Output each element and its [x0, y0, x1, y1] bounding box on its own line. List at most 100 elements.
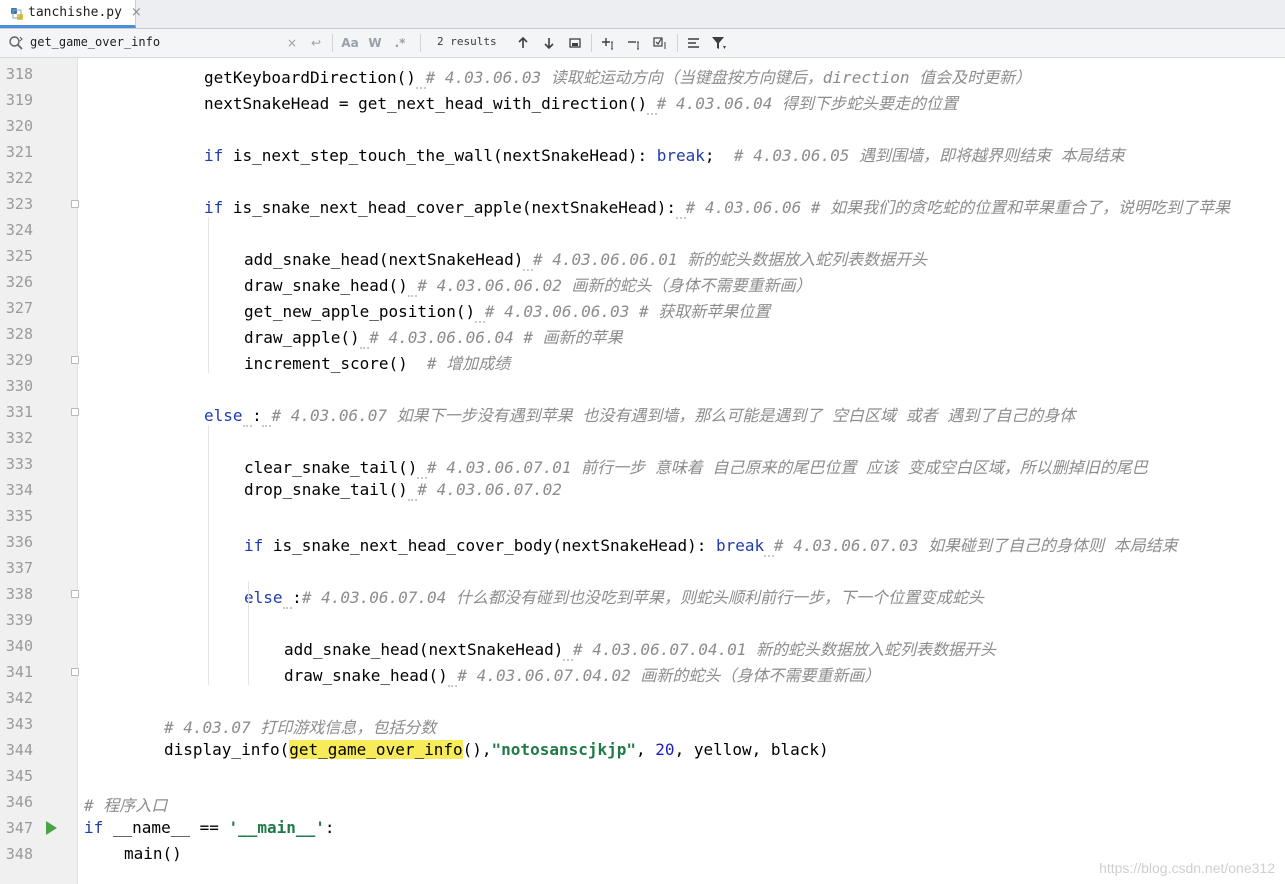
code-token: increment_score()	[244, 354, 428, 373]
code-line[interactable]: 326 draw_snake_head() # 4.03.06.06.02 画新的…	[0, 269, 1285, 297]
weak-warning-underline	[523, 250, 533, 271]
tab-label: tanchishe.py	[28, 5, 122, 20]
match-case-toggle[interactable]: Aa	[340, 33, 360, 53]
code-line[interactable]: 320	[0, 113, 1285, 139]
code-line[interactable]: 334 drop_snake_tail() # 4.03.06.07.02	[0, 477, 1285, 503]
keyword-token: if	[244, 536, 264, 555]
code-line[interactable]: 347 if __name__ == '__main__':	[0, 815, 1285, 841]
clear-search-icon[interactable]: ×	[282, 33, 302, 53]
separator	[420, 34, 421, 52]
multiline-icon[interactable]	[684, 33, 706, 53]
code-line[interactable]: 341 draw_snake_head() # 4.03.06.07.04.02 …	[0, 659, 1285, 687]
code-line[interactable]: 327 get_new_apple_position() # 4.03.06.06…	[0, 295, 1285, 323]
next-occurrence-icon[interactable]	[538, 33, 560, 53]
code-line[interactable]: 322	[0, 165, 1285, 191]
code-line[interactable]: 337	[0, 555, 1285, 581]
code-token: :	[324, 818, 335, 837]
select-all-occurrences-icon[interactable]	[564, 33, 586, 53]
fold-marker-icon[interactable]	[71, 590, 79, 598]
line-number: 335	[5, 507, 33, 525]
remove-occurrence-icon[interactable]	[624, 33, 646, 53]
comment-token: # 程序入口	[84, 796, 168, 815]
code-line[interactable]: 324	[0, 217, 1285, 243]
code-line[interactable]: 323 if is_snake_next_head_cover_apple(nex…	[0, 191, 1285, 219]
weak-warning-underline	[407, 276, 418, 297]
close-icon[interactable]: ×	[131, 5, 142, 20]
code-token: :	[252, 406, 262, 425]
fold-marker-icon[interactable]	[71, 356, 79, 364]
search-history-icon[interactable]: ↩	[306, 33, 326, 53]
line-number: 324	[5, 221, 33, 239]
code-line[interactable]: 318 getKeyboardDirection() # 4.03.06.03 读…	[0, 61, 1285, 89]
search-icon[interactable]	[8, 35, 24, 51]
code-text: add_snake_head(nextSnakeHead) # 4.03.06.…	[284, 636, 997, 661]
code-line[interactable]: 338 else :# 4.03.06.07.04 什么都没有碰到也没吃到苹果，则…	[0, 581, 1285, 609]
previous-occurrence-icon[interactable]	[512, 33, 534, 53]
weak-warning-underline	[475, 302, 485, 323]
code-editor[interactable]: 318 getKeyboardDirection() # 4.03.06.03 读…	[0, 58, 1285, 884]
code-line[interactable]: 340 add_snake_head(nextSnakeHead) # 4.03.…	[0, 633, 1285, 661]
run-icon[interactable]	[46, 821, 57, 835]
code-line[interactable]: 330	[0, 373, 1285, 399]
code-text: # 程序入口	[84, 792, 167, 816]
code-line[interactable]: 345	[0, 763, 1285, 789]
code-line[interactable]: 319 nextSnakeHead = get_next_head_with_di…	[0, 87, 1285, 115]
comment-token: # 4.03.06.06 # 如果我们的贪吃蛇的位置和苹果重合了，说明吃到了苹果	[685, 198, 1231, 217]
fold-marker-icon[interactable]	[71, 200, 79, 208]
code-line[interactable]: 332	[0, 425, 1285, 451]
code-line[interactable]: 328 draw_apple() # 4.03.06.06.04 # 画新的苹果	[0, 321, 1285, 349]
code-token: draw_snake_head()	[284, 666, 448, 685]
weak-warning-underline	[563, 640, 573, 661]
weak-warning-underline	[447, 666, 458, 687]
line-number: 338	[5, 585, 33, 603]
code-token: is_snake_next_head_cover_body(nextSnakeH…	[263, 536, 717, 555]
weak-warning-underline	[407, 480, 418, 501]
code-line[interactable]: 336 if is_snake_next_head_cover_body(next…	[0, 529, 1285, 557]
code-line[interactable]: 342	[0, 685, 1285, 711]
code-text: else :# 4.03.06.07.04 什么都没有碰到也没吃到苹果，则蛇头顺…	[244, 584, 984, 609]
line-number: 331	[5, 403, 33, 421]
keyword-token: if	[204, 146, 224, 165]
code-line[interactable]: 333 clear_snake_tail() # 4.03.06.07.01 前行…	[0, 451, 1285, 479]
whole-word-toggle[interactable]: W	[365, 33, 385, 53]
keyword-token: break	[656, 146, 705, 165]
code-line[interactable]: 335	[0, 503, 1285, 529]
line-number: 347	[5, 819, 33, 837]
weak-warning-underline	[359, 328, 370, 349]
code-token: drop_snake_tail()	[244, 480, 408, 499]
keyword-token: else	[204, 406, 243, 425]
code-line[interactable]: 339	[0, 607, 1285, 633]
code-text: if is_next_step_touch_the_wall(nextSnake…	[204, 142, 1125, 166]
code-line[interactable]: 343 # 4.03.07 打印游戏信息，包括分数	[0, 711, 1285, 737]
fold-marker-icon[interactable]	[71, 408, 79, 416]
line-number: 322	[5, 169, 33, 187]
weak-warning-underline	[261, 406, 272, 427]
code-line[interactable]: 331 else : # 4.03.06.07 如果下一步没有遇到苹果 也没有遇到…	[0, 399, 1285, 427]
line-number: 334	[5, 481, 33, 499]
code-text: display_info(get_game_over_info(),"notos…	[164, 740, 829, 759]
exclude-occurrence-icon[interactable]	[650, 33, 672, 53]
code-text: draw_snake_head() # 4.03.06.07.04.02 画新的…	[284, 662, 880, 687]
tab-tanchishe-py[interactable]: tanchishe.py ×	[0, 0, 142, 28]
line-number: 318	[5, 65, 33, 83]
python-file-icon	[10, 6, 24, 20]
indent-guide	[208, 217, 209, 373]
code-line[interactable]: 346 # 程序入口	[0, 789, 1285, 815]
code-token: ,	[636, 740, 656, 759]
code-line[interactable]: 321 if is_next_step_touch_the_wall(nextSn…	[0, 139, 1285, 165]
code-line[interactable]: 325 add_snake_head(nextSnakeHead) # 4.03.…	[0, 243, 1285, 271]
code-token: get_new_apple_position()	[244, 302, 476, 321]
code-line[interactable]: 329 increment_score() # 增加成绩	[0, 347, 1285, 373]
code-text: if is_snake_next_head_cover_body(nextSna…	[244, 532, 1178, 557]
weak-warning-underline	[417, 458, 428, 479]
separator	[332, 34, 333, 52]
add-occurrence-icon[interactable]	[598, 33, 620, 53]
code-line[interactable]: 344 display_info(get_game_over_info(),"no…	[0, 737, 1285, 763]
fold-marker-icon[interactable]	[71, 668, 79, 676]
line-number: 340	[5, 637, 33, 655]
search-input[interactable]	[30, 32, 280, 52]
code-line[interactable]: 348 main()	[0, 841, 1285, 867]
comment-token: # 4.03.06.07.04.01 新的蛇头数据放入蛇列表数据开头	[573, 640, 997, 659]
regex-toggle[interactable]: .*	[390, 33, 410, 53]
filter-icon[interactable]	[708, 33, 730, 53]
